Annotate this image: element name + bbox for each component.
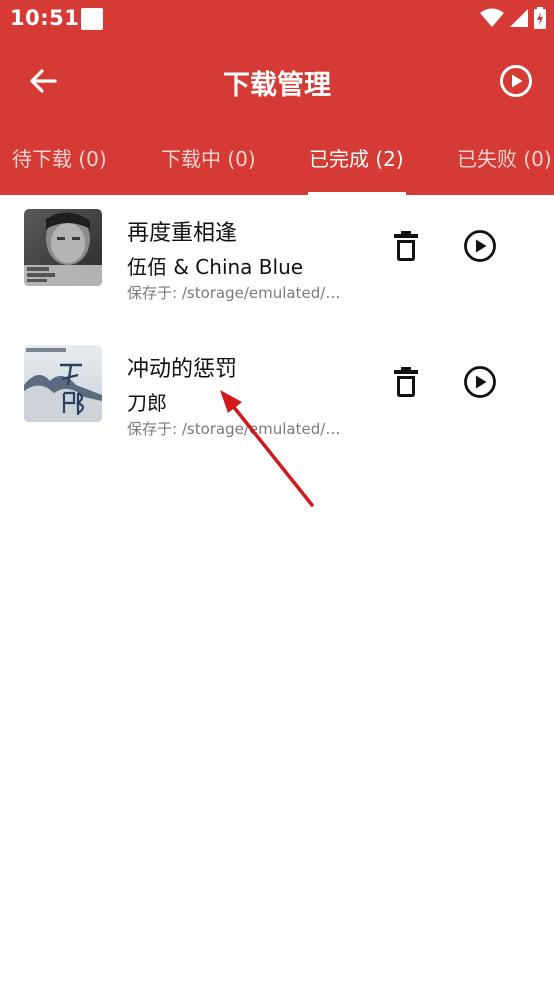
status-time: 10:51	[10, 6, 80, 30]
download-manager-screen: 10:51 下载管理 待下载 (0) 下载中 (0) 已完成 (2) 已失败 (…	[0, 0, 554, 984]
wifi-icon	[480, 8, 504, 27]
status-bar: 10:51	[0, 0, 554, 38]
save-path: 保存于: /storage/emulated/0...	[127, 284, 347, 302]
song-title: 再度重相逢	[127, 221, 238, 246]
tab-completed[interactable]: 已完成 (2)	[309, 124, 404, 195]
tab-failed[interactable]: 已失败 (0)	[457, 124, 552, 195]
trash-icon	[394, 231, 418, 261]
page-title: 下载管理	[223, 70, 331, 101]
tab-downloading[interactable]: 下载中 (0)	[161, 124, 256, 195]
toolbar: 下载管理	[0, 38, 554, 124]
song-artist: 刀郎	[127, 391, 167, 415]
play-button[interactable]	[462, 228, 498, 264]
trash-icon	[394, 367, 418, 397]
play-all-button[interactable]	[496, 61, 536, 101]
play-circle-icon	[464, 230, 496, 262]
song-artist: 伍佰 & China Blue	[127, 255, 304, 279]
download-list: 再度重相逢 伍佰 & China Blue 保存于: /storage/emul…	[0, 195, 554, 467]
notification-square-icon	[81, 8, 103, 30]
delete-button[interactable]	[390, 228, 422, 264]
save-path: 保存于: /storage/emulated/0...	[127, 420, 347, 438]
list-item[interactable]: 再度重相逢 伍佰 & China Blue 保存于: /storage/emul…	[0, 195, 554, 331]
battery-charging-icon	[534, 7, 546, 29]
delete-button[interactable]	[390, 364, 422, 400]
status-icons	[480, 7, 546, 29]
play-button[interactable]	[462, 364, 498, 400]
cell-signal-icon	[510, 9, 528, 27]
album-cover	[24, 209, 102, 286]
list-item[interactable]: 冲动的惩罚 刀郎 保存于: /storage/emulated/0...	[0, 331, 554, 467]
album-cover-art	[24, 345, 102, 422]
app-header: 10:51 下载管理 待下载 (0) 下载中 (0) 已完成 (2) 已失败 (…	[0, 0, 554, 195]
tab-pending[interactable]: 待下载 (0)	[12, 124, 107, 195]
album-cover-art	[24, 209, 102, 286]
play-circle-icon	[500, 65, 532, 97]
play-circle-icon	[464, 366, 496, 398]
tab-bar: 待下载 (0) 下载中 (0) 已完成 (2) 已失败 (0)	[0, 124, 554, 195]
album-cover	[24, 345, 102, 422]
song-title: 冲动的惩罚	[127, 357, 238, 382]
